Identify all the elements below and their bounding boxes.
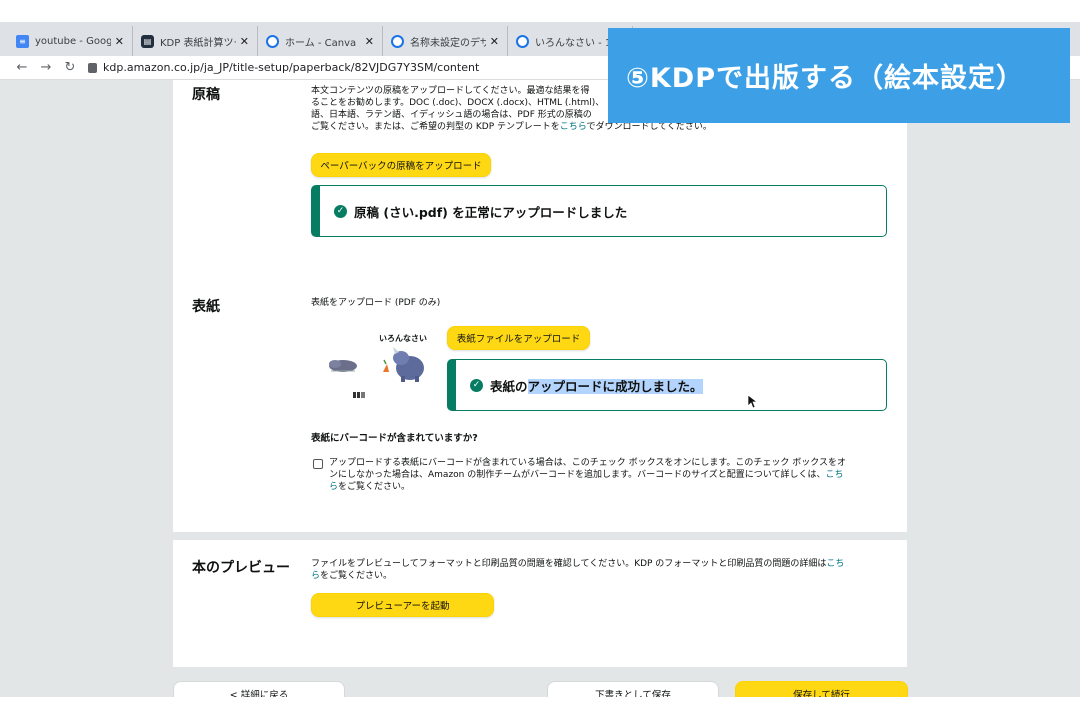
canva-icon <box>391 34 404 48</box>
desc-line: ファイルをプレビューしてフォーマットと印刷品質の問題を確認してください。KDP … <box>311 559 845 569</box>
section-heading: 本のプレビュー <box>192 560 290 576</box>
tab-title: 名称未設定のデザ <box>410 37 486 49</box>
tab-title: ホーム - Canva <box>285 37 357 49</box>
canva-icon <box>516 34 529 48</box>
barcode-help-link[interactable]: こち <box>826 470 844 480</box>
tab-title: youtube - Google <box>35 35 111 47</box>
top-margin <box>0 0 1080 22</box>
browser-tab[interactable]: ホーム - Canva ✕ <box>258 26 383 56</box>
lock-icon <box>88 62 97 73</box>
desc-line: らをご覧ください。 <box>311 571 393 581</box>
manuscript-success-alert: ✓ 原稿 (さい.pdf) を正常にアップロードしました <box>311 185 887 237</box>
close-icon[interactable]: ✕ <box>365 35 374 48</box>
browser-tab[interactable]: ▤ KDP 表紙計算ツー ✕ <box>133 26 258 56</box>
browser-tab[interactable]: 名称未設定のデザ ✕ <box>383 26 508 56</box>
browser-tab[interactable]: ≡ youtube - Google ✕ <box>8 26 133 56</box>
barcode-help-link[interactable]: ら <box>329 482 338 492</box>
url-field[interactable]: kdp.amazon.co.jp/ja_JP/title-setup/paper… <box>88 61 479 74</box>
url-text: kdp.amazon.co.jp/ja_JP/title-setup/paper… <box>103 61 480 74</box>
cover-thumbnail: いろんなさい <box>321 328 441 408</box>
success-message: 表紙のアップロードに成功しました。 <box>490 378 703 394</box>
check-circle-icon: ✓ <box>334 204 347 218</box>
preview-description: ファイルをプレビューしてフォーマットと印刷品質の問題を確認してください。KDP … <box>311 558 891 582</box>
desc-line: 語、日本語、ラテン語、イディッシュ語の場合は、PDF 形式の原稿の <box>311 110 592 120</box>
desc-line: ご覧ください。または、ご希望の判型の KDP テンプレートをこちらでダウンロード… <box>311 122 712 132</box>
preview-section: 本のプレビュー ファイルをプレビューしてフォーマットと印刷品質の問題を確認してく… <box>173 540 907 667</box>
template-link[interactable]: こちら <box>560 122 587 132</box>
title-banner: ⑤KDPで出版する（絵本設定） <box>608 28 1070 123</box>
cover-section: 表紙 表紙をアップロード (PDF のみ) いろんなさい 表紙ファイルをアップロ… <box>173 280 907 532</box>
reload-icon[interactable]: ↻ <box>58 60 82 75</box>
barcode-checkbox[interactable] <box>313 459 323 469</box>
close-icon[interactable]: ✕ <box>490 35 499 48</box>
success-message: 原稿 (さい.pdf) を正常にアップロードしました <box>354 204 628 220</box>
selected-text: アップロードに成功しました。 <box>527 378 703 394</box>
forward-arrow-icon[interactable]: → <box>34 60 58 75</box>
section-heading: 表紙 <box>192 299 220 315</box>
close-icon[interactable]: ✕ <box>115 35 124 48</box>
cursor-icon <box>748 395 758 409</box>
upload-cover-button[interactable]: 表紙ファイルをアップロード <box>447 326 590 350</box>
desc-line: 本文コンテンツの原稿をアップロードしてください。最適な結果を得 <box>311 86 590 96</box>
section-heading: 原稿 <box>192 87 220 103</box>
manuscript-description: 本文コンテンツの原稿をアップロードしてください。最適な結果を得 ることをお勧めし… <box>311 85 712 133</box>
page-content: 原稿 本文コンテンツの原稿をアップロードしてください。最適な結果を得 ることをお… <box>0 80 1080 697</box>
back-to-details-button[interactable]: < 詳細に戻る <box>173 681 345 697</box>
tab-title: KDP 表紙計算ツー <box>160 37 236 49</box>
launch-previewer-button[interactable]: プレビューアーを起動 <box>311 593 494 617</box>
barcode-question: 表紙にバーコードが含まれていますか? <box>311 433 478 444</box>
rhino-illustration <box>329 347 424 398</box>
canva-icon <box>266 34 279 48</box>
desc-line: アップロードする表紙にバーコードが含まれている場合は、このチェック ボックスをオ… <box>329 458 847 468</box>
preview-help-link[interactable]: こち <box>826 559 844 569</box>
bottom-margin <box>0 697 1080 720</box>
kdp-icon: ▤ <box>141 34 154 48</box>
desc-line: ることをお勧めします。DOC (.doc)、DOCX (.docx)、HTML … <box>311 98 605 108</box>
preview-help-link[interactable]: ら <box>311 571 320 581</box>
back-arrow-icon[interactable]: ← <box>10 60 34 75</box>
check-circle-icon: ✓ <box>470 378 483 392</box>
desc-line: らをご覧ください。 <box>329 482 411 492</box>
upload-manuscript-button[interactable]: ペーパーバックの原稿をアップロード <box>311 153 491 177</box>
desc-line: ンにしなかった場合は、Amazon の制作チームがバーコードを追加します。バーコ… <box>329 470 844 480</box>
save-draft-button[interactable]: 下書きとして保存 <box>547 681 719 697</box>
barcode-description: アップロードする表紙にバーコードが含まれている場合は、このチェック ボックスをオ… <box>329 457 894 493</box>
close-icon[interactable]: ✕ <box>240 35 249 48</box>
docs-icon: ≡ <box>16 34 29 48</box>
cover-subtitle: 表紙をアップロード (PDF のみ) <box>311 298 441 308</box>
save-and-continue-button[interactable]: 保存して続行 <box>735 681 908 697</box>
cover-success-alert: ✓ 表紙のアップロードに成功しました。 <box>447 359 887 411</box>
